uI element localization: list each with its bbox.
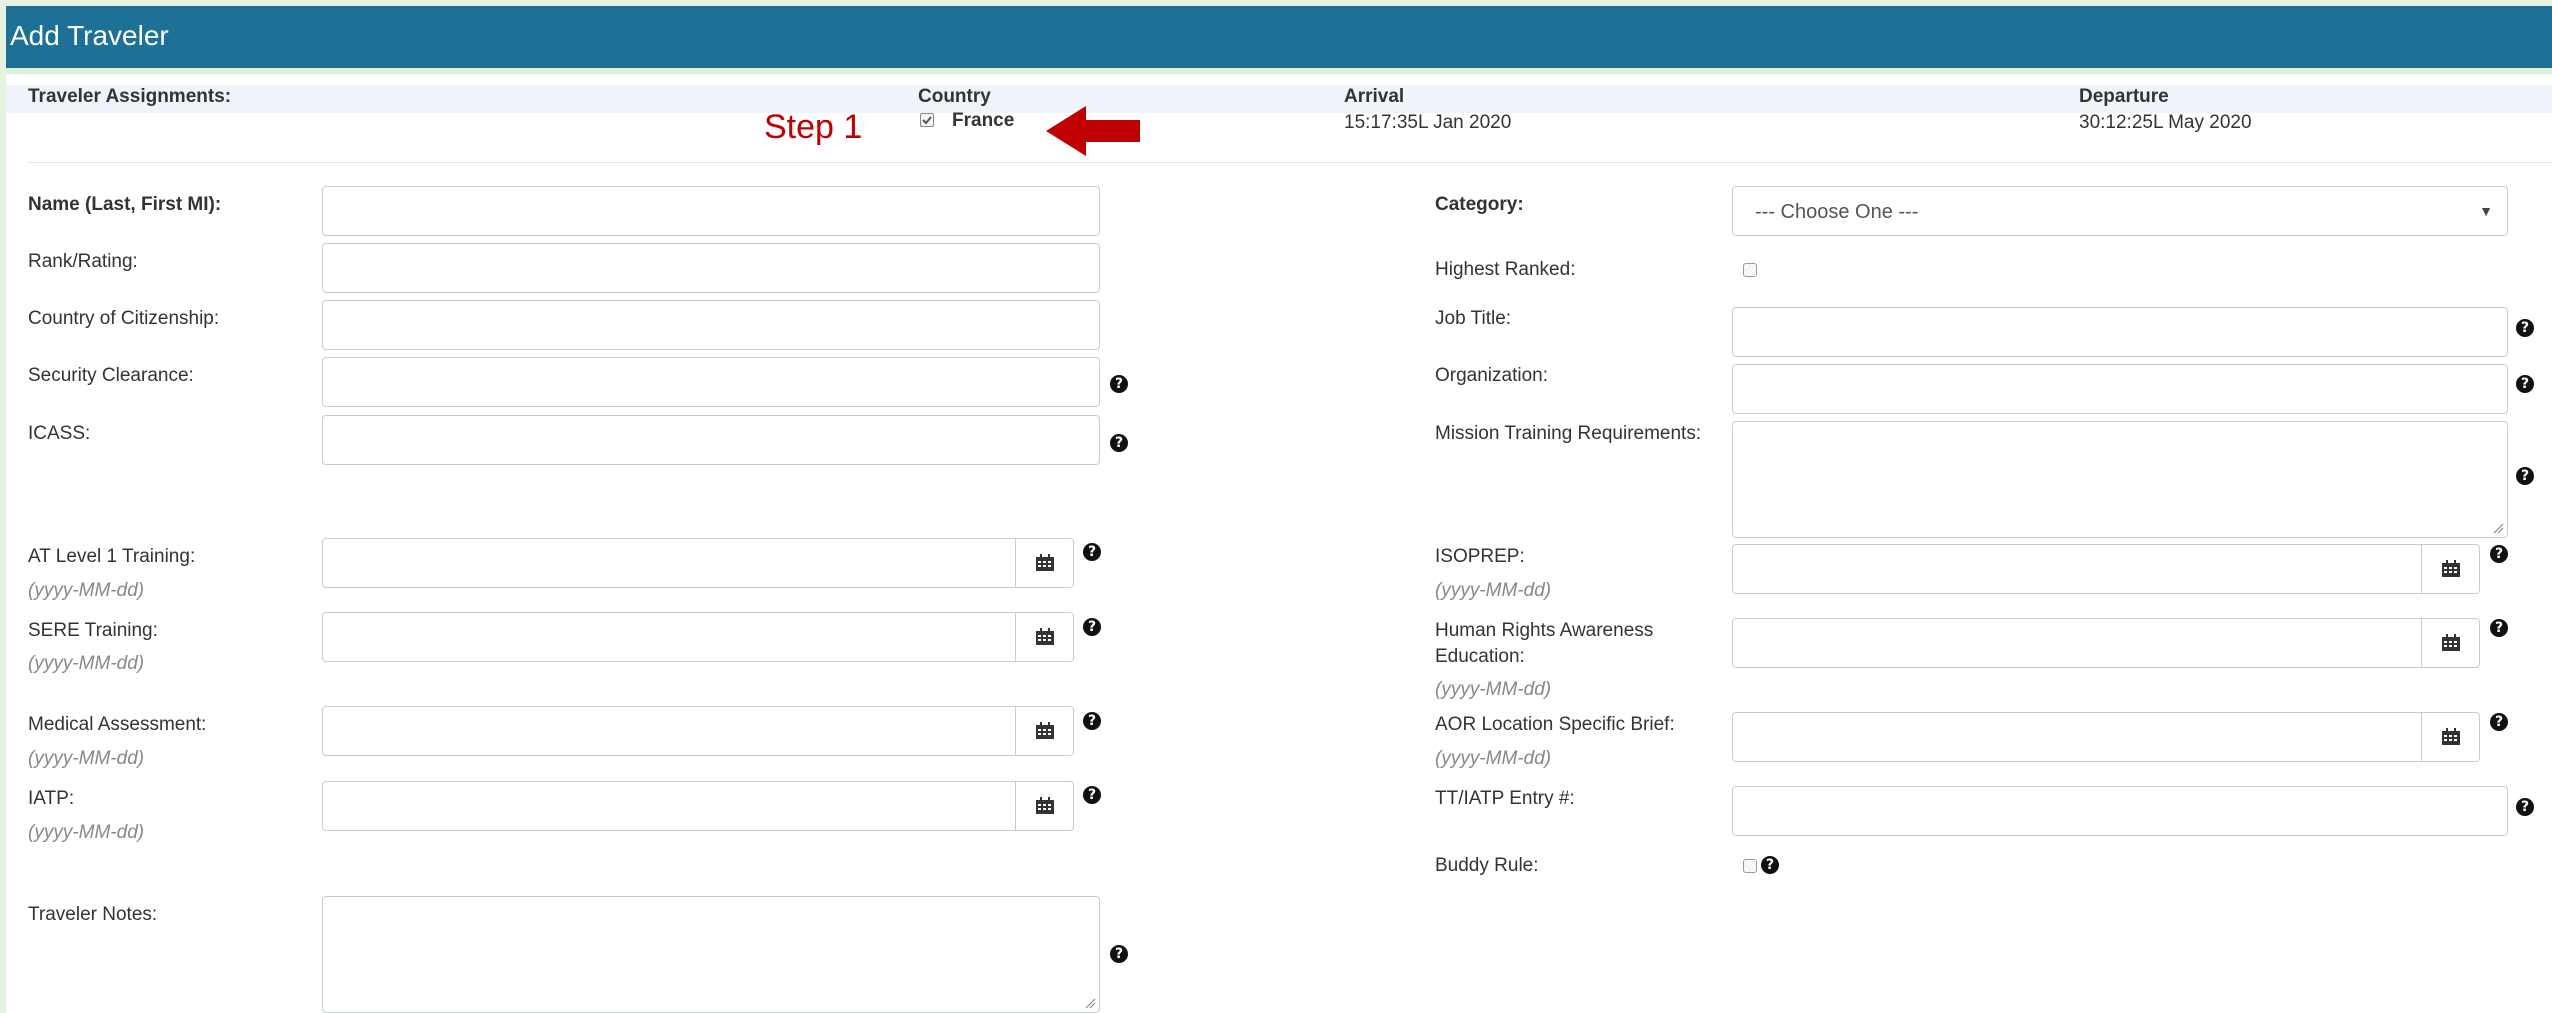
sere-calendar-button[interactable] [1016,612,1074,662]
iatp-calendar-button[interactable] [1016,781,1074,831]
step-annotation: Step 1 [764,108,863,146]
question-circle-icon[interactable]: ? [2490,545,2508,563]
rank-label: Rank/Rating: [28,251,138,272]
arrival-header: Arrival [1344,86,1405,107]
icass-label: ICASS: [28,423,91,444]
medical-calendar-button[interactable] [1016,706,1074,756]
at-level-date-input[interactable] [322,538,1016,588]
category-select[interactable]: --- Choose One --- ▼ [1732,186,2508,236]
notes-textarea[interactable] [322,896,1100,1013]
clearance-label: Security Clearance: [28,365,194,386]
divider [28,162,2552,163]
calendar-icon [1035,628,1054,645]
aor-date-input[interactable] [1732,712,2422,762]
mission-training-label: Mission Training Requirements: [1435,423,1702,444]
departure-value: 30:12:25L May 2020 [2079,112,2252,133]
buddy-rule-label: Buddy Rule: [1435,855,1539,876]
aor-label: AOR Location Specific Brief: [1435,714,1675,735]
question-circle-icon[interactable]: ? [1110,434,1128,452]
check-icon [922,116,932,125]
resize-grip-icon[interactable] [2492,522,2504,534]
question-circle-icon[interactable]: ? [1110,945,1128,963]
departure-header: Departure [2079,86,2169,107]
mission-training-textarea[interactable] [1732,421,2508,538]
question-circle-icon[interactable]: ? [2516,375,2534,393]
category-selected-value: --- Choose One --- [1755,201,1919,223]
question-circle-icon[interactable]: ? [2516,319,2534,337]
question-circle-icon[interactable]: ? [2490,713,2508,731]
arrival-value: 15:17:35L Jan 2020 [1344,112,1512,133]
calendar-icon [2441,560,2460,577]
tt-iatp-label: TT/IATP Entry #: [1435,788,1575,809]
page-title: Add Traveler [10,20,169,51]
at-level-calendar-button[interactable] [1016,538,1074,588]
country-checkbox[interactable] [920,113,934,127]
iatp-label: IATP: [28,788,75,809]
medical-date-input[interactable] [322,706,1016,756]
assignments-band [6,85,2552,113]
country-value: France [952,110,1015,131]
category-label: Category: [1435,194,1524,215]
highest-ranked-label: Highest Ranked: [1435,259,1576,280]
job-title-label: Job Title: [1435,308,1512,329]
date-hint: (yyyy-MM-dd) [1435,748,1552,769]
name-input[interactable] [322,186,1100,236]
country-header: Country [918,86,991,107]
sere-date-input[interactable] [322,612,1016,662]
date-hint: (yyyy-MM-dd) [28,580,145,601]
question-circle-icon[interactable]: ? [2490,619,2508,637]
icass-input[interactable] [322,415,1100,465]
organization-label: Organization: [1435,365,1549,386]
aor-calendar-button[interactable] [2422,712,2480,762]
calendar-icon [1035,554,1054,571]
question-circle-icon[interactable]: ? [2516,798,2534,816]
question-circle-icon[interactable]: ? [1083,543,1101,561]
arrow-left-icon [1046,106,1140,156]
assignments-label: Traveler Assignments: [28,86,232,107]
header-bar: Add Traveler [6,6,2552,74]
calendar-icon [1035,797,1054,814]
sere-label: SERE Training: [28,620,158,641]
job-title-input[interactable] [1732,307,2508,357]
date-hint: (yyyy-MM-dd) [28,653,145,674]
at-level-label: AT Level 1 Training: [28,546,196,567]
calendar-icon [1035,722,1054,739]
question-circle-icon[interactable]: ? [1110,375,1128,393]
question-circle-icon[interactable]: ? [1083,712,1101,730]
organization-input[interactable] [1732,364,2508,414]
date-hint: (yyyy-MM-dd) [1435,679,1552,700]
tt-iatp-input[interactable] [1732,786,2508,836]
clearance-input[interactable] [322,357,1100,407]
isoprep-calendar-button[interactable] [2422,544,2480,594]
human-rights-date-input[interactable] [1732,618,2422,668]
isoprep-date-input[interactable] [1732,544,2422,594]
citizenship-label: Country of Citizenship: [28,308,220,329]
add-traveler-panel: Add Traveler Traveler Assignments: Count… [6,6,2552,1013]
isoprep-label: ISOPREP: [1435,546,1525,567]
question-circle-icon[interactable]: ? [1083,618,1101,636]
highest-ranked-checkbox[interactable] [1743,263,1757,277]
iatp-date-input[interactable] [322,781,1016,831]
name-label: Name (Last, First MI): [28,194,222,215]
date-hint: (yyyy-MM-dd) [1435,580,1552,601]
human-rights-label-1: Human Rights Awareness [1435,620,1654,641]
question-circle-icon[interactable]: ? [1083,786,1101,804]
date-hint: (yyyy-MM-dd) [28,822,145,843]
resize-grip-icon[interactable] [1084,997,1096,1009]
citizenship-input[interactable] [322,300,1100,350]
question-circle-icon[interactable]: ? [1761,856,1779,874]
human-rights-calendar-button[interactable] [2422,618,2480,668]
buddy-rule-checkbox[interactable] [1743,859,1757,873]
medical-label: Medical Assessment: [28,714,207,735]
question-circle-icon[interactable]: ? [2516,467,2534,485]
calendar-icon [2441,728,2460,745]
calendar-icon [2441,634,2460,651]
dropdown-arrow-icon: ▼ [2479,203,2493,219]
notes-label: Traveler Notes: [28,904,158,925]
date-hint: (yyyy-MM-dd) [28,748,145,769]
human-rights-label-2: Education: [1435,646,1525,667]
rank-input[interactable] [322,243,1100,293]
